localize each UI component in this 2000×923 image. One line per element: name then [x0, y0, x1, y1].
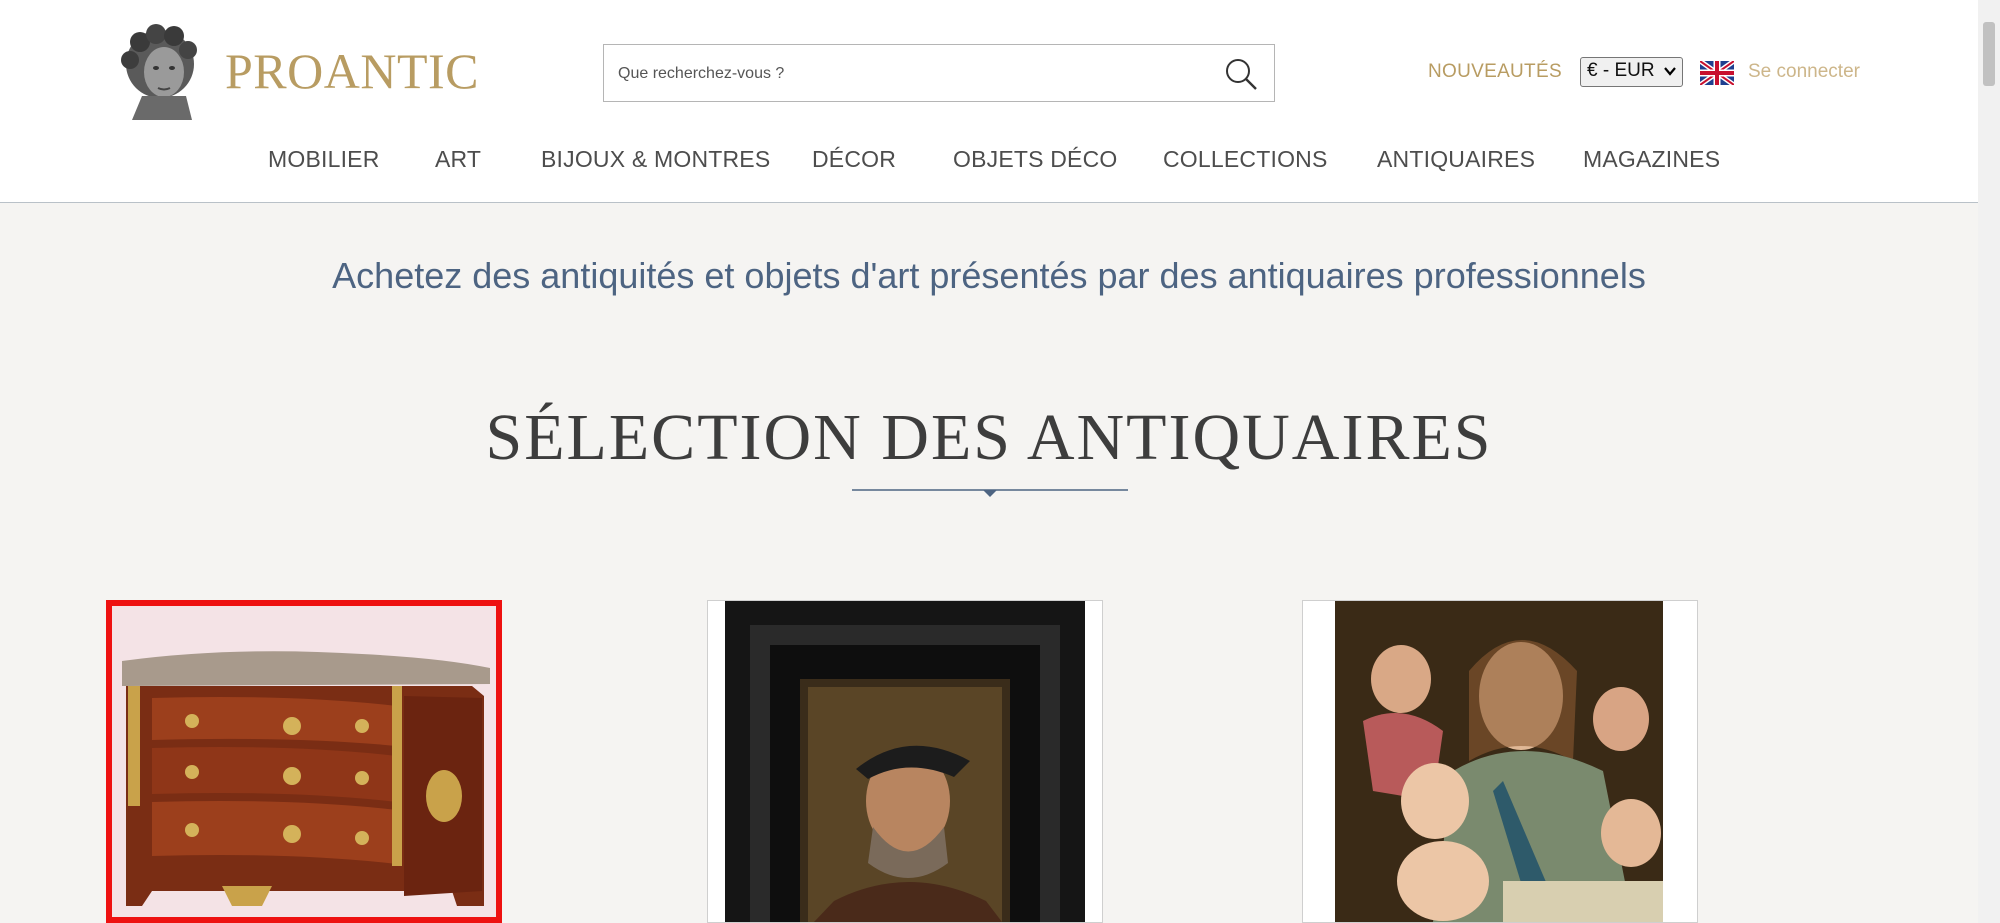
- nav-item-art[interactable]: ART: [435, 146, 481, 173]
- product-card-portrait[interactable]: [707, 600, 1103, 923]
- search-icon[interactable]: [1224, 57, 1258, 91]
- nav-item-mobilier[interactable]: MOBILIER: [268, 146, 380, 173]
- nav-item-decor[interactable]: DÉCOR: [812, 146, 896, 173]
- nav-item-collections[interactable]: COLLECTIONS: [1163, 146, 1328, 173]
- nav-item-bijoux-montres[interactable]: BIJOUX & MONTRES: [541, 146, 770, 173]
- section-title: SÉLECTION DES ANTIQUAIRES: [485, 401, 1493, 474]
- search-input[interactable]: [616, 45, 1210, 103]
- product-image-portrait: [708, 601, 1102, 922]
- currency-value: € - EUR: [1587, 60, 1655, 81]
- product-image-commode: [112, 606, 496, 917]
- product-card-madonna[interactable]: [1302, 600, 1698, 923]
- logo-text[interactable]: PROANTIC: [225, 42, 479, 100]
- title-divider: [852, 489, 1128, 497]
- nav-item-objets-deco[interactable]: OBJETS DÉCO: [953, 146, 1118, 173]
- login-link[interactable]: Se connecter: [1748, 61, 1860, 83]
- product-card-commode[interactable]: [106, 600, 502, 923]
- search-box: [603, 44, 1275, 103]
- chevron-down-icon: [1664, 67, 1676, 76]
- nav-item-magazines[interactable]: MAGAZINES: [1583, 146, 1720, 173]
- uk-flag-icon[interactable]: [1700, 61, 1734, 85]
- logo-bust-icon[interactable]: [112, 20, 208, 122]
- product-image-madonna: [1303, 601, 1697, 922]
- site-header: PROANTIC NOUVEAUTÉS € - EUR Se connecter…: [0, 0, 1978, 203]
- scrollbar[interactable]: [1978, 0, 2000, 923]
- main-nav: MOBILIER ART BIJOUX & MONTRES DÉCOR OBJE…: [0, 146, 1978, 182]
- nav-item-antiquaires[interactable]: ANTIQUAIRES: [1377, 146, 1535, 173]
- currency-select[interactable]: € - EUR: [1580, 57, 1683, 87]
- new-arrivals-link[interactable]: NOUVEAUTÉS: [1428, 61, 1562, 83]
- scrollbar-thumb[interactable]: [1983, 22, 1995, 86]
- tagline: Achetez des antiquités et objets d'art p…: [332, 255, 1646, 296]
